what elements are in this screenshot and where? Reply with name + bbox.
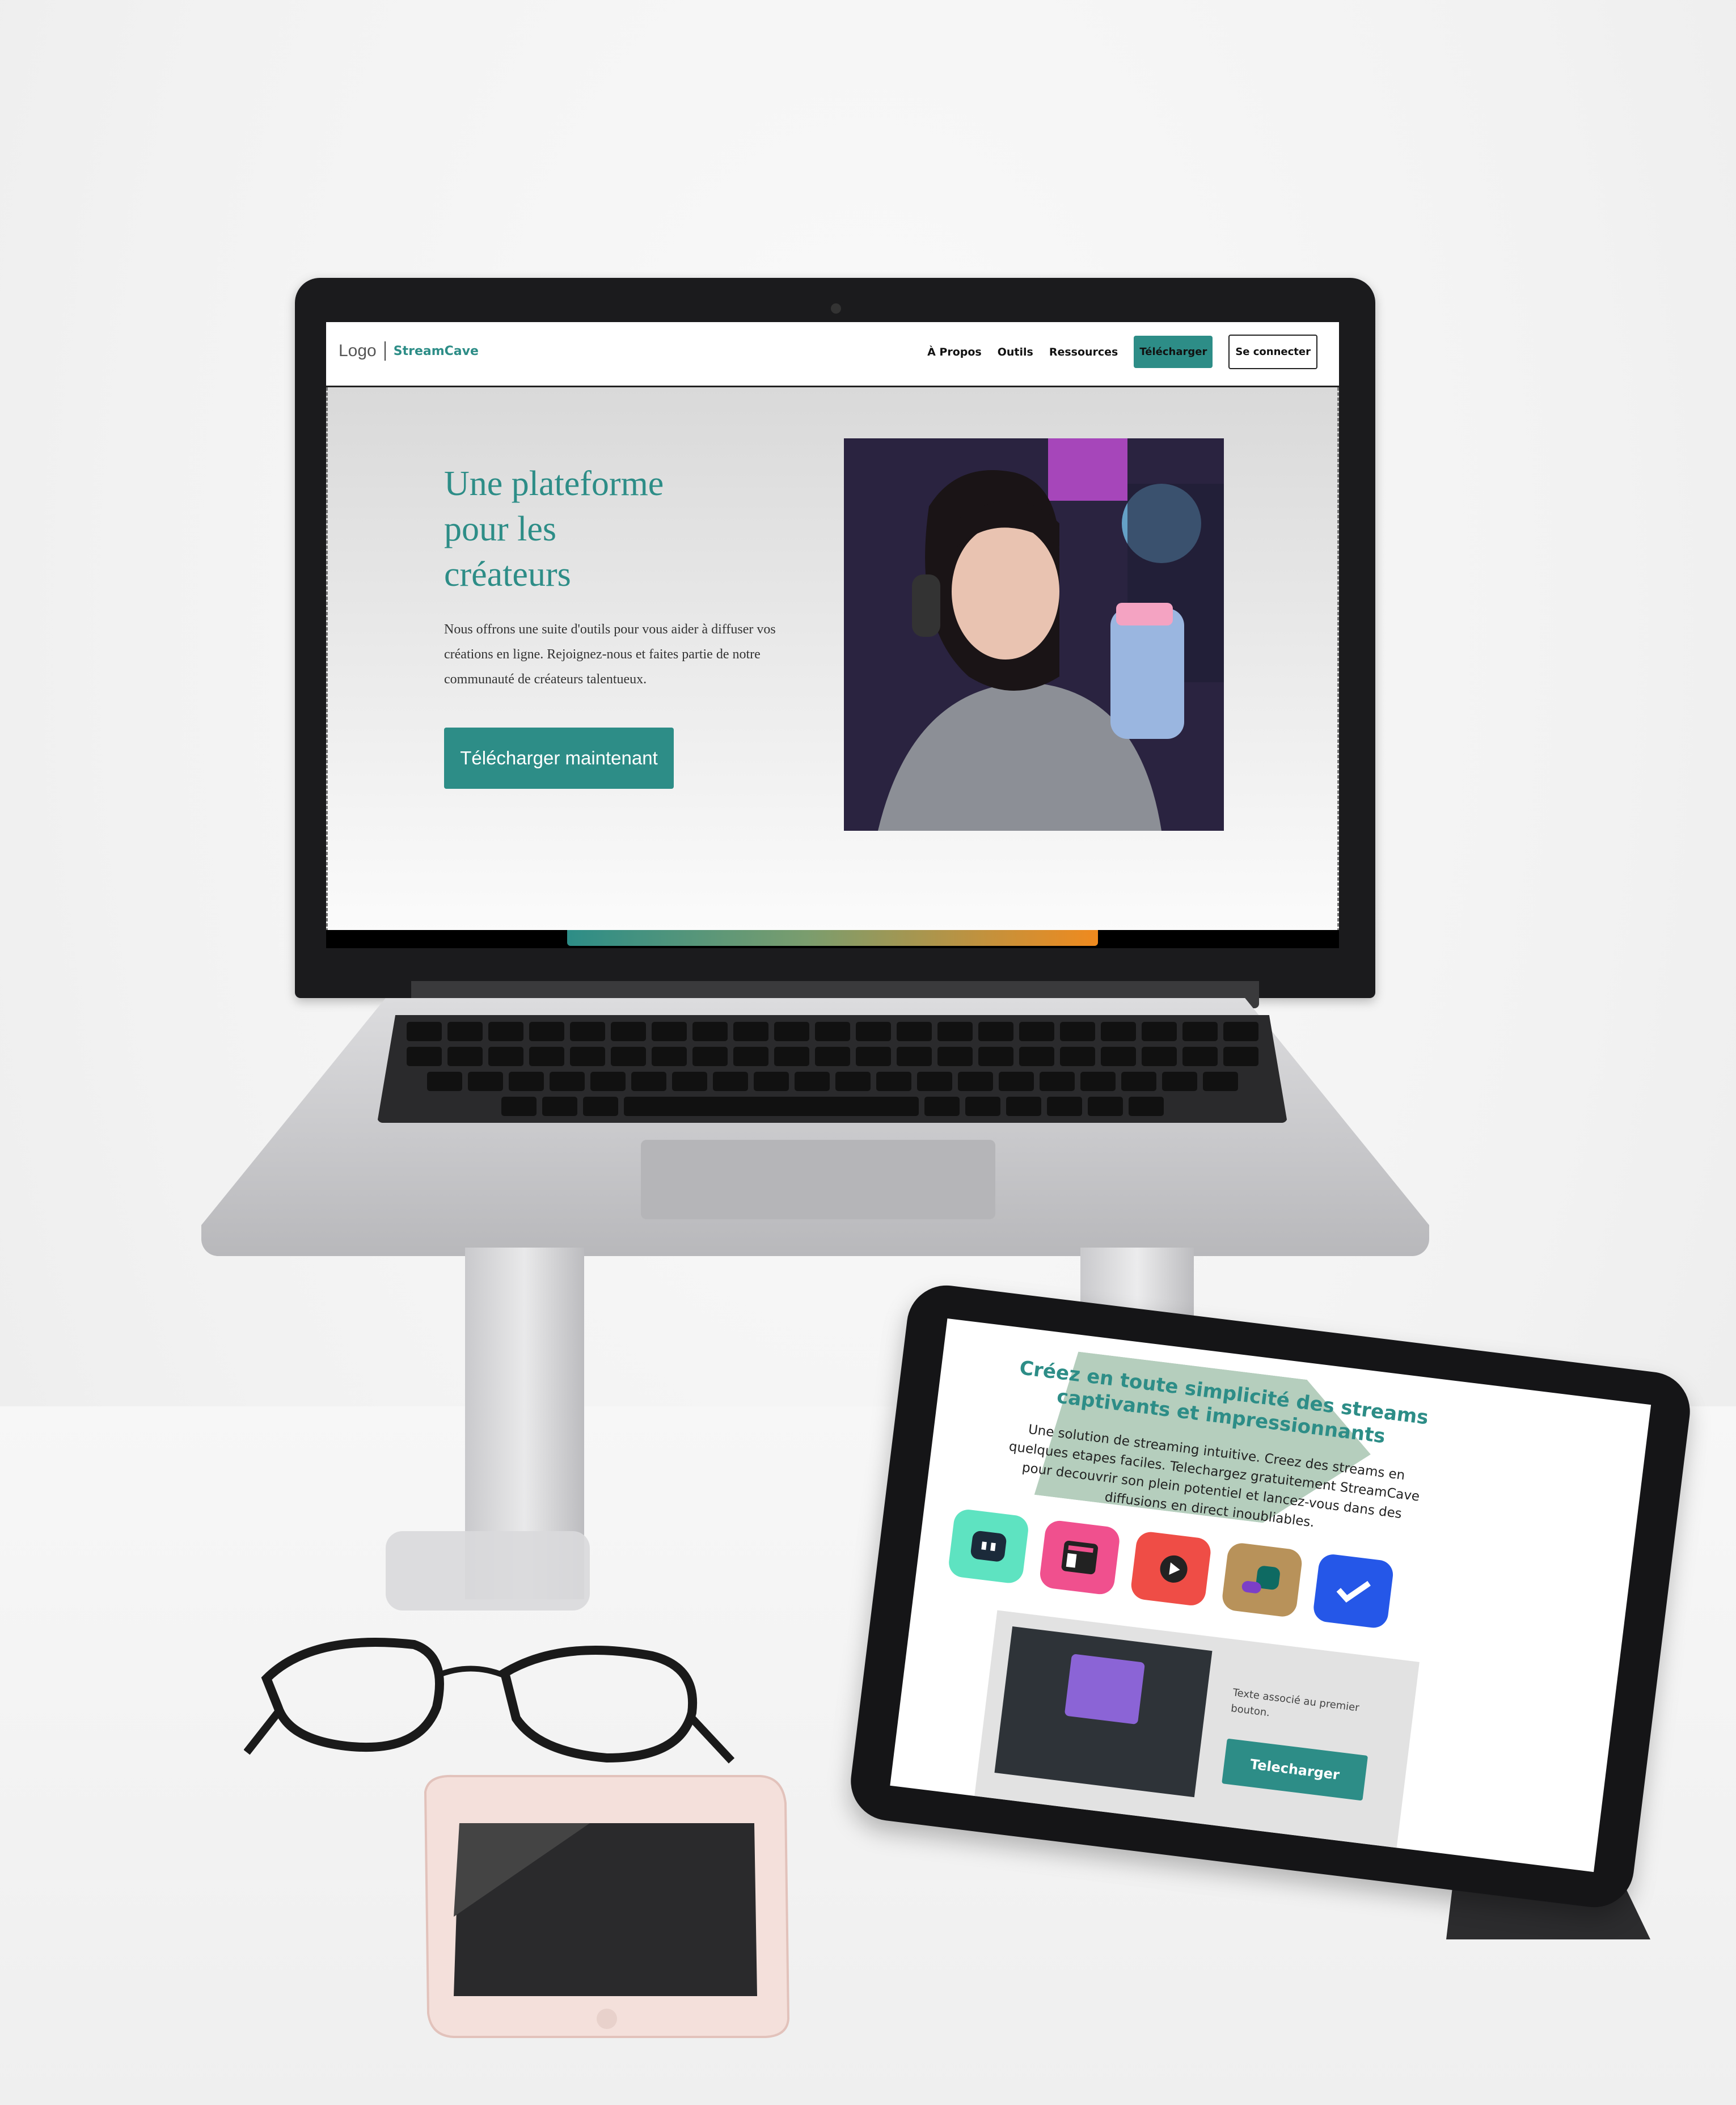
hero-title: Une plateforme pour les créateurs <box>444 461 739 597</box>
key-row-1 <box>377 1022 1287 1041</box>
key-row-2 <box>377 1047 1287 1066</box>
laptop-trackpad <box>641 1140 995 1219</box>
brand-name[interactable]: StreamCave <box>394 344 479 358</box>
tablet-screen: Créez en toute simplicité des streams ca… <box>890 1318 1651 1872</box>
tablet-download-button[interactable]: Telecharger <box>1222 1738 1368 1801</box>
tablet-device: Créez en toute simplicité des streams ca… <box>846 1280 1695 1912</box>
laptop-keyboard <box>377 1015 1287 1123</box>
streamer-photo <box>844 438 1224 831</box>
tablet-card-purple-panel <box>1064 1654 1146 1725</box>
eyeglasses <box>244 1638 735 1764</box>
tablet-feature-card: Texte associé au premier bouton. Telecha… <box>974 1610 1420 1848</box>
webcam-icon <box>831 303 841 314</box>
play-red-icon[interactable] <box>1129 1530 1213 1607</box>
nav-links: À Propos Outils Ressources Télécharger S… <box>927 335 1317 369</box>
layout-pink-icon[interactable] <box>1038 1519 1121 1596</box>
gamepad-gold-icon[interactable] <box>1220 1541 1304 1618</box>
key-row-3 <box>377 1072 1287 1091</box>
robot-mint-icon[interactable] <box>947 1508 1030 1585</box>
logo-area[interactable]: Logo StreamCave <box>339 341 479 361</box>
tablet-card-text: Texte associé au premier bouton. <box>1230 1686 1360 1719</box>
download-nav-button[interactable]: Télécharger <box>1134 336 1213 368</box>
hero-title-line-3: créateurs <box>444 555 571 594</box>
nav-link-outils[interactable]: Outils <box>998 346 1033 358</box>
tablet-card-preview <box>994 1626 1213 1798</box>
nav-link-ressources[interactable]: Ressources <box>1049 346 1118 358</box>
hero-title-line-2: pour les <box>444 510 557 548</box>
accent-gradient-bar <box>567 930 1098 946</box>
laptop-screen: Logo StreamCave À Propos Outils Ressourc… <box>326 322 1339 946</box>
nav-link-apropos[interactable]: À Propos <box>927 346 982 358</box>
hero-section: Une plateforme pour les créateurs Nous o… <box>326 387 1339 932</box>
key-row-4 <box>377 1097 1287 1116</box>
laptop-stand-foot <box>386 1531 590 1611</box>
smartphone <box>424 1774 790 2038</box>
logo-image[interactable]: Logo <box>339 341 377 361</box>
hero-title-line-1: Une plateforme <box>444 464 664 503</box>
download-now-button[interactable]: Télécharger maintenant <box>444 728 674 789</box>
hero-description: Nous offrons une suite d'outils pour vou… <box>444 622 776 687</box>
logo-divider <box>384 341 386 361</box>
top-navigation: Logo StreamCave À Propos Outils Ressourc… <box>326 322 1339 387</box>
checkmark-blue-icon[interactable] <box>1312 1553 1395 1630</box>
login-button[interactable]: Se connecter <box>1228 335 1317 369</box>
